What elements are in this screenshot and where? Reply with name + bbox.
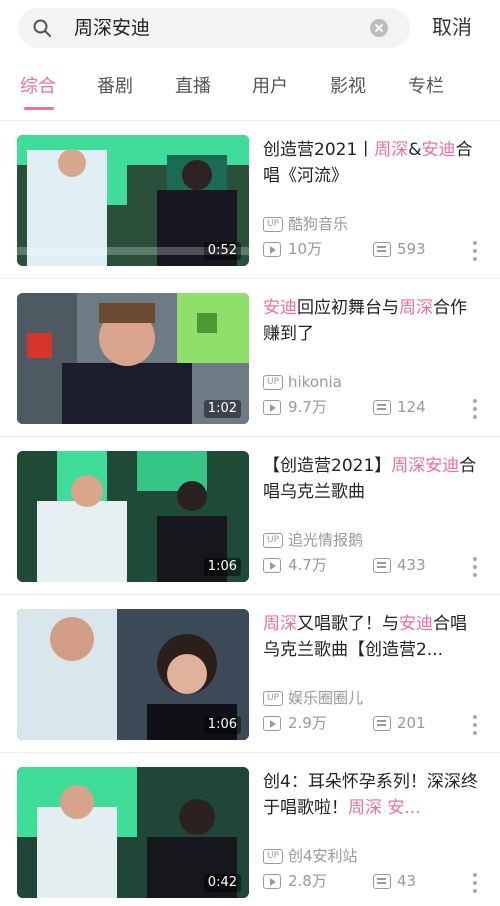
uploader[interactable]: UP 追光情报鹅 — [263, 531, 463, 551]
result-tabs: 综合 番剧 直播 用户 影视 专栏 — [0, 70, 500, 114]
more-vertical-icon[interactable] — [470, 241, 480, 263]
uploader[interactable]: UP hikonia — [263, 373, 463, 393]
search-input[interactable]: 周深安迪 — [18, 8, 410, 48]
list-item[interactable]: 0:52 创造营2021丨周深&安迪合唱《河流》 UP 酷狗音乐 10万 593 — [0, 121, 500, 279]
video-stats: 4.7万 433 — [263, 556, 483, 576]
uploader-name: 追光情报鹅 — [288, 531, 364, 549]
more-vertical-icon[interactable] — [470, 715, 480, 737]
title-text: 回应初舞台与 — [297, 298, 399, 318]
view-count: 9.7万 — [288, 398, 327, 416]
up-badge-icon: UP — [263, 691, 283, 706]
view-count: 2.8万 — [288, 872, 327, 890]
search-icon — [33, 19, 51, 37]
video-stats: 2.8万 43 — [263, 872, 483, 892]
video-title[interactable]: 周深又唱歌了！与安迪合唱乌克兰歌曲【创造营2... — [263, 611, 483, 663]
uploader[interactable]: UP 娱乐圈圈儿 — [263, 689, 463, 709]
list-item[interactable]: 1:06 周深又唱歌了！与安迪合唱乌克兰歌曲【创造营2... UP 娱乐圈圈儿 … — [0, 595, 500, 753]
video-thumbnail[interactable]: 1:06 — [17, 451, 249, 582]
up-badge-icon: UP — [263, 217, 283, 232]
danmaku-count: 43 — [397, 872, 417, 890]
title-keyword-highlight: 周深 — [374, 140, 409, 160]
title-keyword-highlight: 安... — [382, 798, 421, 818]
cancel-button[interactable]: 取消 — [432, 14, 472, 40]
danmaku-icon — [373, 558, 391, 573]
danmaku-count: 201 — [397, 714, 426, 732]
title-keyword-highlight: 周深 — [399, 298, 433, 318]
tab-bangumi[interactable]: 番剧 — [97, 74, 133, 100]
danmaku-icon — [373, 716, 391, 731]
view-count: 4.7万 — [288, 556, 327, 574]
more-vertical-icon[interactable] — [470, 557, 480, 579]
video-thumbnail[interactable]: 1:02 — [17, 293, 249, 424]
video-thumbnail[interactable]: 0:42 — [17, 767, 249, 898]
uploader-name: 娱乐圈圈儿 — [288, 689, 364, 707]
up-badge-icon: UP — [263, 375, 283, 390]
danmaku-icon — [373, 242, 391, 257]
up-badge-icon: UP — [263, 849, 283, 864]
more-vertical-icon[interactable] — [470, 399, 480, 421]
video-stats: 10万 593 — [263, 240, 483, 260]
title-keyword-highlight: 安迪 — [263, 298, 297, 318]
video-duration: 1:06 — [203, 716, 241, 734]
danmaku-icon — [373, 874, 391, 889]
tab-users[interactable]: 用户 — [252, 74, 288, 100]
tab-articles[interactable]: 专栏 — [408, 74, 444, 100]
search-query: 周深安迪 — [74, 17, 151, 39]
danmaku-icon — [373, 400, 391, 415]
tab-all[interactable]: 综合 — [20, 74, 56, 100]
play-count-icon — [263, 242, 281, 257]
video-thumbnail[interactable]: 1:06 — [17, 609, 249, 740]
uploader[interactable]: UP 创4安利站 — [263, 847, 463, 867]
more-vertical-icon[interactable] — [470, 873, 480, 895]
title-keyword-highlight: 周深 — [263, 614, 297, 634]
list-item[interactable]: 1:06 【创造营2021】周深安迪合唱乌克兰歌曲 UP 追光情报鹅 4.7万 … — [0, 437, 500, 595]
title-text: 创造营2021丨 — [263, 140, 375, 160]
video-title[interactable]: 创造营2021丨周深&安迪合唱《河流》 — [263, 137, 483, 189]
video-title[interactable]: 安迪回应初舞台与周深合作赚到了 — [263, 295, 483, 347]
title-text: & — [408, 140, 422, 160]
danmaku-count: 433 — [397, 556, 426, 574]
video-duration: 1:06 — [203, 558, 241, 576]
title-text: 又唱歌了！与 — [297, 614, 399, 634]
play-count-icon — [263, 874, 281, 889]
tab-live[interactable]: 直播 — [175, 74, 211, 100]
list-item[interactable]: 0:42 创4：耳朵怀孕系列！深深终于唱歌啦！周深 安... UP 创4安利站 … — [0, 753, 500, 906]
clear-icon[interactable] — [370, 19, 388, 37]
view-count: 2.9万 — [288, 714, 327, 732]
play-count-icon — [263, 716, 281, 731]
active-tab-indicator — [24, 107, 54, 110]
video-stats: 9.7万 124 — [263, 398, 483, 418]
view-count: 10万 — [288, 240, 323, 258]
video-title[interactable]: 创4：耳朵怀孕系列！深深终于唱歌啦！周深 安... — [263, 769, 483, 821]
up-badge-icon: UP — [263, 533, 283, 548]
danmaku-count: 124 — [397, 398, 426, 416]
list-item[interactable]: 1:02 安迪回应初舞台与周深合作赚到了 UP hikonia 9.7万 124 — [0, 279, 500, 437]
uploader-name: 酷狗音乐 — [288, 215, 349, 233]
title-text: 【创造营2021】 — [263, 456, 392, 476]
search-bar: 周深安迪 取消 — [0, 0, 500, 56]
danmaku-count: 593 — [397, 240, 426, 258]
video-stats: 2.9万 201 — [263, 714, 483, 734]
play-count-icon — [263, 558, 281, 573]
video-duration: 1:02 — [203, 400, 241, 418]
uploader-name: hikonia — [288, 373, 342, 391]
video-duration: 0:42 — [203, 874, 241, 892]
title-keyword-highlight: 安迪 — [399, 614, 433, 634]
uploader[interactable]: UP 酷狗音乐 — [263, 215, 463, 235]
uploader-name: 创4安利站 — [288, 847, 358, 865]
video-thumbnail[interactable]: 0:52 — [17, 135, 249, 266]
video-duration: 0:52 — [203, 242, 241, 260]
video-title[interactable]: 【创造营2021】周深安迪合唱乌克兰歌曲 — [263, 453, 483, 505]
title-keyword-highlight: 安迪 — [421, 140, 456, 160]
title-keyword-highlight: 周深安迪 — [391, 456, 460, 476]
title-keyword-highlight: 周深 — [348, 798, 382, 818]
tab-film-tv[interactable]: 影视 — [330, 74, 366, 100]
play-count-icon — [263, 400, 281, 415]
